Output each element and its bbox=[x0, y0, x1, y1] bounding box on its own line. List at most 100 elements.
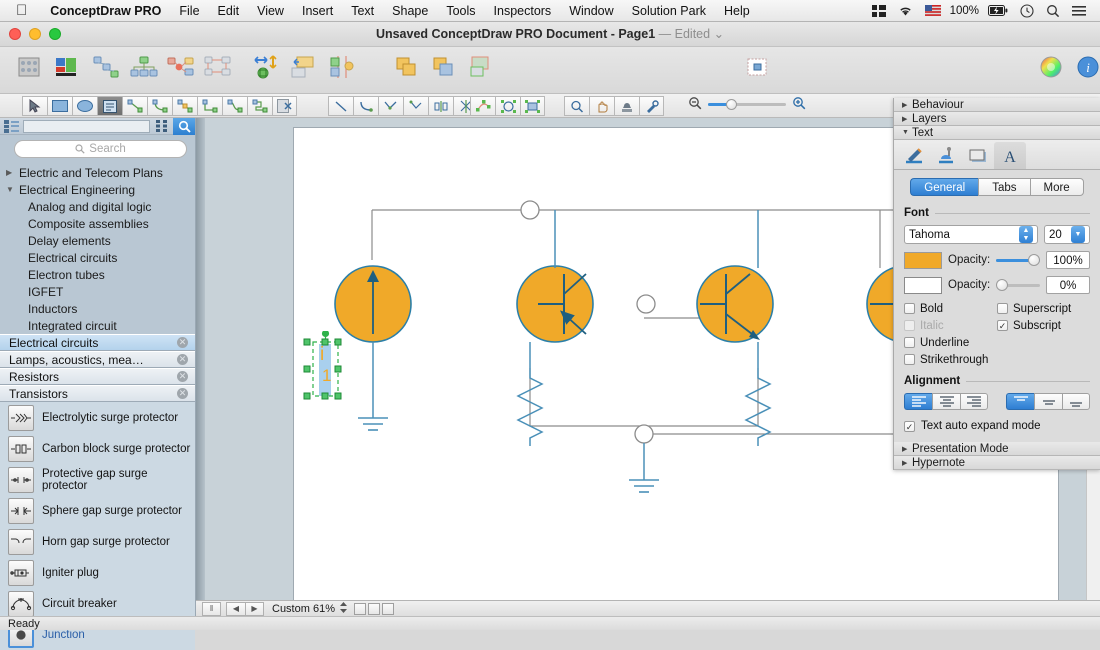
checkbox-box[interactable] bbox=[997, 303, 1008, 314]
clock-icon[interactable] bbox=[1014, 4, 1040, 18]
shape-item-electrolytic-surge-protector[interactable]: Electrolytic surge protector bbox=[0, 402, 195, 433]
tree-item-inductors[interactable]: Inductors bbox=[0, 300, 195, 317]
inspector-section-hypernote[interactable]: ▶ Hypernote bbox=[894, 456, 1100, 470]
align-left-icon[interactable] bbox=[289, 52, 319, 82]
font-size-select[interactable]: 20 ▼ bbox=[1044, 225, 1090, 244]
library-group-lamps-acoustics[interactable]: Lamps, acoustics, mea… ✕ bbox=[0, 351, 195, 368]
pointer-tool[interactable] bbox=[22, 96, 47, 116]
stroke-opacity-slider[interactable] bbox=[996, 278, 1040, 292]
text-style-icon[interactable]: A bbox=[994, 142, 1026, 169]
zoom-in-icon[interactable] bbox=[792, 96, 806, 113]
smart-connector-tool[interactable] bbox=[172, 96, 197, 116]
search-icon[interactable] bbox=[173, 118, 195, 135]
tab-tabs[interactable]: Tabs bbox=[978, 178, 1029, 196]
align-right-icon[interactable] bbox=[960, 393, 988, 410]
text-tool[interactable] bbox=[97, 96, 122, 116]
align-left-icon[interactable] bbox=[904, 393, 932, 410]
menu-file[interactable]: File bbox=[170, 0, 208, 22]
right-angle-connector-tool[interactable] bbox=[197, 96, 222, 116]
multi-connector-tool[interactable] bbox=[247, 96, 272, 116]
shadow-style-icon[interactable] bbox=[962, 142, 994, 169]
shape-item-protective-gap-surge-protector[interactable]: Protective gap surge protector bbox=[0, 464, 195, 495]
twisty-icon[interactable]: ▶ bbox=[902, 115, 907, 123]
text-fill-swatch[interactable] bbox=[904, 252, 942, 269]
battery-charging-icon[interactable] bbox=[982, 5, 1014, 16]
tab-general[interactable]: General bbox=[910, 178, 978, 196]
apple-icon[interactable]:  bbox=[16, 3, 27, 18]
twisty-icon[interactable]: ▼ bbox=[6, 185, 19, 194]
junction-top[interactable] bbox=[521, 201, 539, 219]
next-page-icon[interactable]: ▶ bbox=[245, 602, 264, 616]
fill-style-icon[interactable] bbox=[930, 142, 962, 169]
line-connector-tool[interactable] bbox=[122, 96, 147, 116]
align-center-icon[interactable] bbox=[932, 393, 960, 410]
rapid-draw-icon[interactable] bbox=[14, 52, 44, 82]
junction-bottom[interactable] bbox=[635, 425, 653, 443]
library-group-transistors[interactable]: Transistors ✕ bbox=[0, 385, 195, 402]
zoom-level-value[interactable]: Custom 61% bbox=[264, 603, 339, 615]
eyedropper-tool[interactable] bbox=[639, 96, 664, 116]
curve-connector-tool[interactable] bbox=[147, 96, 172, 116]
checkbox-box[interactable] bbox=[904, 354, 915, 365]
grid-view-icon[interactable] bbox=[151, 118, 173, 135]
npn-transistor-2[interactable] bbox=[697, 266, 773, 342]
fill-opacity-value[interactable]: 100% bbox=[1046, 251, 1090, 269]
hierarchy-tree-icon[interactable] bbox=[92, 52, 122, 82]
menu-help[interactable]: Help bbox=[715, 0, 759, 22]
menu-window[interactable]: Window bbox=[560, 0, 622, 22]
page-setup-icon[interactable] bbox=[742, 52, 772, 82]
checkbox-box[interactable]: ✓ bbox=[904, 421, 915, 432]
menu-insert[interactable]: Insert bbox=[293, 0, 342, 22]
stepper-icon[interactable]: ▲▼ bbox=[1019, 226, 1033, 243]
twisty-icon[interactable]: ▶ bbox=[6, 168, 19, 177]
align-top-icon[interactable] bbox=[1006, 393, 1034, 410]
org-chart-icon[interactable] bbox=[129, 52, 159, 82]
align-middle-icon[interactable] bbox=[1034, 393, 1062, 410]
checkbox-box[interactable] bbox=[904, 303, 915, 314]
library-path-field[interactable] bbox=[23, 120, 150, 133]
fill-opacity-slider[interactable] bbox=[996, 253, 1040, 267]
split-view-icon[interactable]: ‖ bbox=[202, 602, 221, 616]
tree-item-composite-assemblies[interactable]: Composite assemblies bbox=[0, 215, 195, 232]
library-group-electrical-circuits[interactable]: Electrical circuits ✕ bbox=[0, 334, 195, 351]
menu-edit[interactable]: Edit bbox=[209, 0, 249, 22]
zoom-tool[interactable] bbox=[564, 96, 589, 116]
close-icon[interactable]: ✕ bbox=[177, 388, 188, 399]
edit-points-tool[interactable] bbox=[470, 96, 495, 116]
node-select-tool[interactable] bbox=[520, 96, 545, 116]
ellipse-tool[interactable] bbox=[72, 96, 97, 116]
tree-item-igfet[interactable]: IGFET bbox=[0, 283, 195, 300]
stepper-icon[interactable] bbox=[339, 601, 348, 617]
page-chip[interactable] bbox=[368, 603, 380, 615]
library-group-resistors[interactable]: Resistors ✕ bbox=[0, 368, 195, 385]
menu-tools[interactable]: Tools bbox=[437, 0, 484, 22]
tree-item-electrical-circuits[interactable]: Electrical circuits bbox=[0, 249, 195, 266]
tab-more[interactable]: More bbox=[1030, 178, 1084, 196]
zoom-slider[interactable] bbox=[708, 98, 786, 112]
spotlight-search-icon[interactable] bbox=[1040, 4, 1066, 18]
previous-page-icon[interactable]: ◀ bbox=[226, 602, 245, 616]
group-icon[interactable] bbox=[392, 52, 422, 82]
inspector-section-layers[interactable]: ▶ Layers bbox=[894, 112, 1100, 126]
wifi-icon[interactable] bbox=[892, 5, 919, 17]
mindmap-icon[interactable] bbox=[166, 52, 196, 82]
checkbox-bold[interactable]: Bold bbox=[904, 301, 997, 316]
us-flag-icon[interactable] bbox=[919, 5, 947, 16]
tree-item-electrical-engineering[interactable]: ▼Electrical Engineering bbox=[0, 181, 195, 198]
line-style-icon[interactable] bbox=[898, 142, 930, 169]
checkbox-underline[interactable]: Underline bbox=[904, 335, 997, 350]
close-icon[interactable]: ✕ bbox=[177, 371, 188, 382]
shape-item-sphere-gap-surge-protector[interactable]: Sphere gap surge protector bbox=[0, 495, 195, 526]
reshape-tool[interactable] bbox=[495, 96, 520, 116]
menu-conceptdraw-pro[interactable]: ConceptDraw PRO bbox=[41, 0, 170, 22]
text-stroke-swatch[interactable] bbox=[904, 277, 942, 294]
straight-line-tool[interactable] bbox=[328, 96, 353, 116]
page-chip[interactable] bbox=[354, 603, 366, 615]
zoom-out-icon[interactable] bbox=[688, 96, 702, 113]
grid-icon[interactable] bbox=[866, 5, 892, 17]
checkbox-box[interactable] bbox=[904, 337, 915, 348]
color-wheel-button[interactable] bbox=[1036, 52, 1066, 82]
bezier-tool[interactable] bbox=[353, 96, 378, 116]
tree-item-electric-and-telecom-plans[interactable]: ▶Electric and Telecom Plans bbox=[0, 164, 195, 181]
chevron-down-icon[interactable]: ⌄ bbox=[714, 27, 724, 41]
